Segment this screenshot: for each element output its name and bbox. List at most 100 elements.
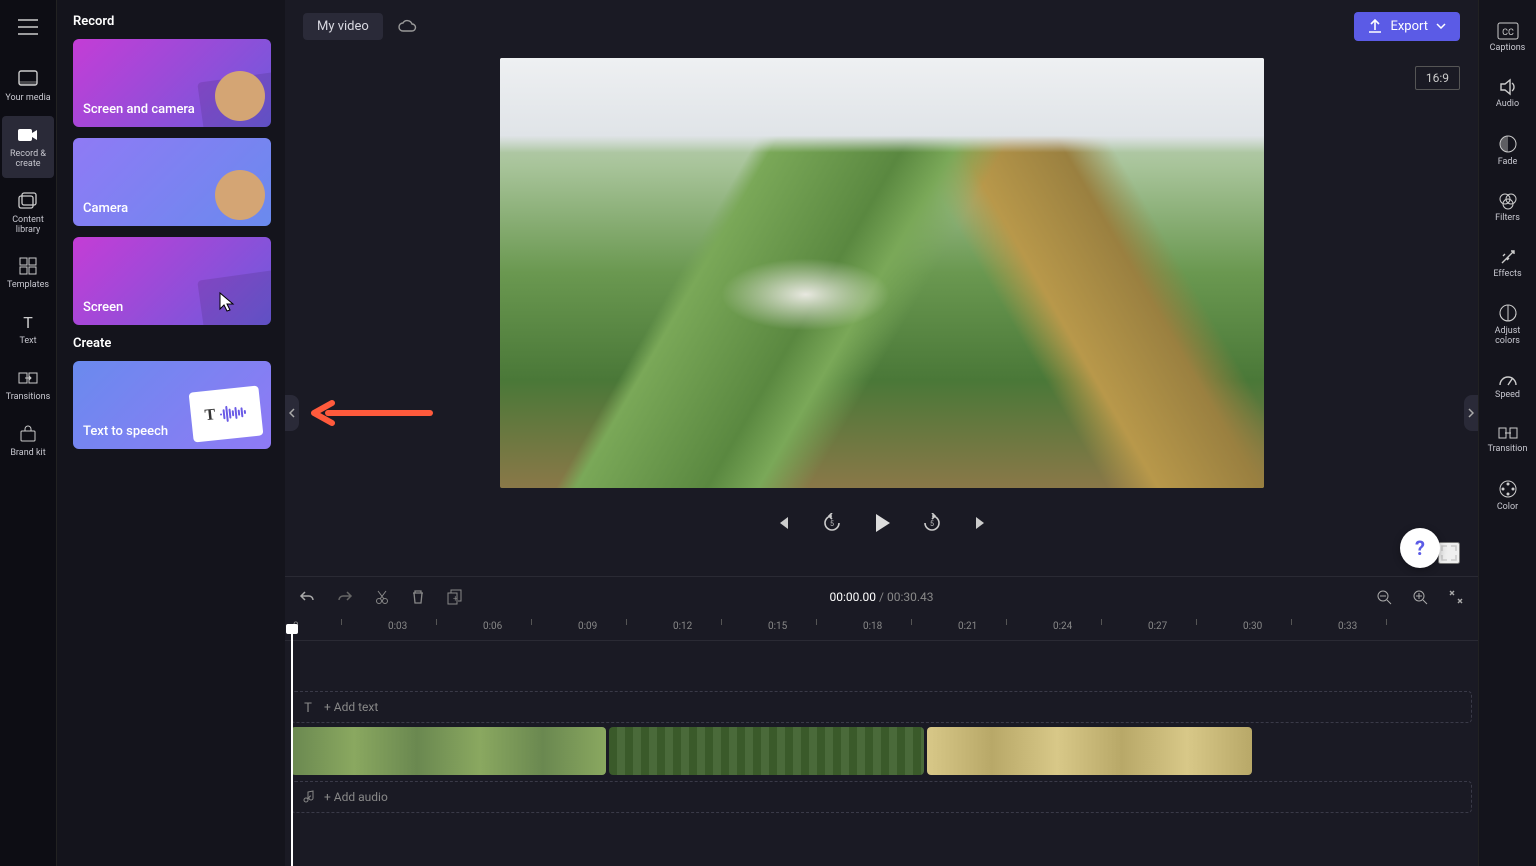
video-clip[interactable]: [291, 727, 606, 775]
music-icon: [302, 790, 314, 804]
timeline-ruler[interactable]: 00:030:060:090:120:150:180:210:240:270:3…: [285, 617, 1478, 641]
collapse-right-panel-button[interactable]: [1464, 395, 1478, 431]
svg-text:+: +: [453, 594, 458, 603]
sidebar-item-your-media[interactable]: Your media: [2, 60, 54, 112]
library-icon: [17, 190, 39, 212]
delete-button[interactable]: [407, 585, 429, 609]
sidebar-item-templates[interactable]: Templates: [2, 247, 54, 299]
avatar: [215, 170, 265, 220]
sidebar-label: Color: [1497, 503, 1518, 513]
aspect-ratio-button[interactable]: 16:9: [1415, 66, 1460, 90]
card-label: Screen and camera: [83, 102, 195, 117]
ruler-tick: 0:21: [958, 621, 977, 632]
hamburger-icon: [17, 16, 39, 38]
svg-text:T: T: [304, 701, 312, 714]
panel-heading-create: Create: [73, 336, 277, 351]
sidebar-label: Brand kit: [10, 449, 45, 459]
timeline-toolbar: + 00:00.00 / 00:30.43: [285, 577, 1478, 617]
speed-icon: [1498, 371, 1518, 387]
sidebar-item-record-create[interactable]: Record & create: [2, 116, 54, 178]
project-title[interactable]: My video: [303, 13, 383, 40]
sidebar-item-effects[interactable]: Effects: [1482, 238, 1534, 290]
ruler-tick: 0:09: [578, 621, 597, 632]
video-preview[interactable]: [500, 58, 1264, 488]
preview-stage: 16:9 5 5 ?: [285, 52, 1478, 576]
left-sidebar: Your media Record & create Content libra…: [0, 0, 57, 866]
ruler-tick: 0:27: [1148, 621, 1167, 632]
add-audio-track[interactable]: + Add audio: [291, 781, 1472, 813]
sidebar-label: Text: [19, 337, 36, 347]
skip-start-button[interactable]: [770, 510, 796, 536]
card-text-to-speech[interactable]: T Text to speech: [73, 361, 271, 449]
upload-icon: [1368, 19, 1382, 33]
color-icon: [1498, 479, 1518, 499]
cloud-sync-icon[interactable]: [397, 18, 417, 34]
sidebar-item-speed[interactable]: Speed: [1482, 361, 1534, 411]
rewind-button[interactable]: 5: [818, 509, 846, 537]
help-button[interactable]: ?: [1400, 528, 1440, 568]
sidebar-label: Audio: [1496, 100, 1519, 110]
duplicate-button[interactable]: +: [443, 585, 467, 609]
effects-icon: [1499, 248, 1517, 266]
sidebar-item-content-library[interactable]: Content library: [2, 182, 54, 244]
forward-button[interactable]: 5: [918, 509, 946, 537]
playhead[interactable]: [291, 627, 293, 866]
card-screen[interactable]: Screen: [73, 237, 271, 325]
menu-button[interactable]: [2, 8, 54, 46]
collapse-panel-button[interactable]: [285, 395, 299, 431]
chevron-left-icon: [289, 408, 295, 418]
sidebar-item-text[interactable]: T Text: [2, 303, 54, 355]
text-icon: T: [302, 700, 314, 714]
sidebar-item-brand-kit[interactable]: Brand kit: [2, 415, 54, 467]
sidebar-item-adjust-colors[interactable]: Adjust colors: [1482, 293, 1534, 357]
card-camera[interactable]: Camera: [73, 138, 271, 226]
svg-text:T: T: [23, 313, 33, 331]
video-clip[interactable]: [927, 727, 1252, 775]
topbar: My video Export: [285, 0, 1478, 52]
ruler-tick: 0:15: [768, 621, 787, 632]
sidebar-item-transition[interactable]: Transition: [1482, 415, 1534, 465]
play-button[interactable]: [868, 508, 896, 538]
sidebar-label: Adjust colors: [1484, 327, 1532, 347]
timeline: + 00:00.00 / 00:30.43 00:030:060:090:120…: [285, 576, 1478, 866]
transition-icon: [1498, 425, 1518, 441]
video-clip[interactable]: [609, 727, 924, 775]
svg-text:5: 5: [830, 520, 834, 528]
ruler-tick: 0:33: [1338, 621, 1357, 632]
templates-icon: [17, 255, 39, 277]
sidebar-item-filters[interactable]: Filters: [1482, 182, 1534, 234]
sidebar-item-captions[interactable]: CCCaptions: [1482, 12, 1534, 64]
add-text-track[interactable]: T + Add text: [291, 691, 1472, 723]
ruler-tick: 0:06: [483, 621, 502, 632]
skip-end-button[interactable]: [968, 510, 994, 536]
sidebar-item-color[interactable]: Color: [1482, 469, 1534, 523]
zoom-out-button[interactable]: [1372, 585, 1396, 609]
fullscreen-button[interactable]: [1438, 542, 1460, 564]
sidebar-item-fade[interactable]: Fade: [1482, 124, 1534, 178]
transitions-icon: [17, 367, 39, 389]
sidebar-label: Fade: [1498, 158, 1518, 168]
sidebar-item-transitions[interactable]: Transitions: [2, 359, 54, 411]
sidebar-label: Transition: [1488, 445, 1528, 455]
chevron-right-icon: [1468, 408, 1474, 418]
add-text-label: + Add text: [324, 700, 378, 714]
undo-button[interactable]: [295, 586, 319, 608]
card-label: Text to speech: [83, 424, 168, 439]
annotation-arrow: [310, 400, 434, 430]
export-button[interactable]: Export: [1354, 12, 1460, 41]
add-audio-label: + Add audio: [324, 790, 388, 804]
sidebar-label: Filters: [1495, 214, 1520, 224]
tts-graphic: T: [189, 385, 264, 442]
chevron-down-icon: [1436, 23, 1446, 29]
record-panel: Record Screen and camera Camera Screen C…: [57, 0, 285, 866]
duration: 00:30.43: [887, 590, 934, 604]
adjust-colors-icon: [1498, 303, 1518, 323]
cut-button[interactable]: [371, 585, 393, 609]
redo-button[interactable]: [333, 586, 357, 608]
card-screen-and-camera[interactable]: Screen and camera: [73, 39, 271, 127]
sidebar-item-audio[interactable]: Audio: [1482, 68, 1534, 120]
sidebar-label: Transitions: [6, 393, 51, 403]
ruler-tick: 0:03: [388, 621, 407, 632]
zoom-in-button[interactable]: [1408, 585, 1432, 609]
zoom-fit-button[interactable]: [1444, 585, 1468, 609]
